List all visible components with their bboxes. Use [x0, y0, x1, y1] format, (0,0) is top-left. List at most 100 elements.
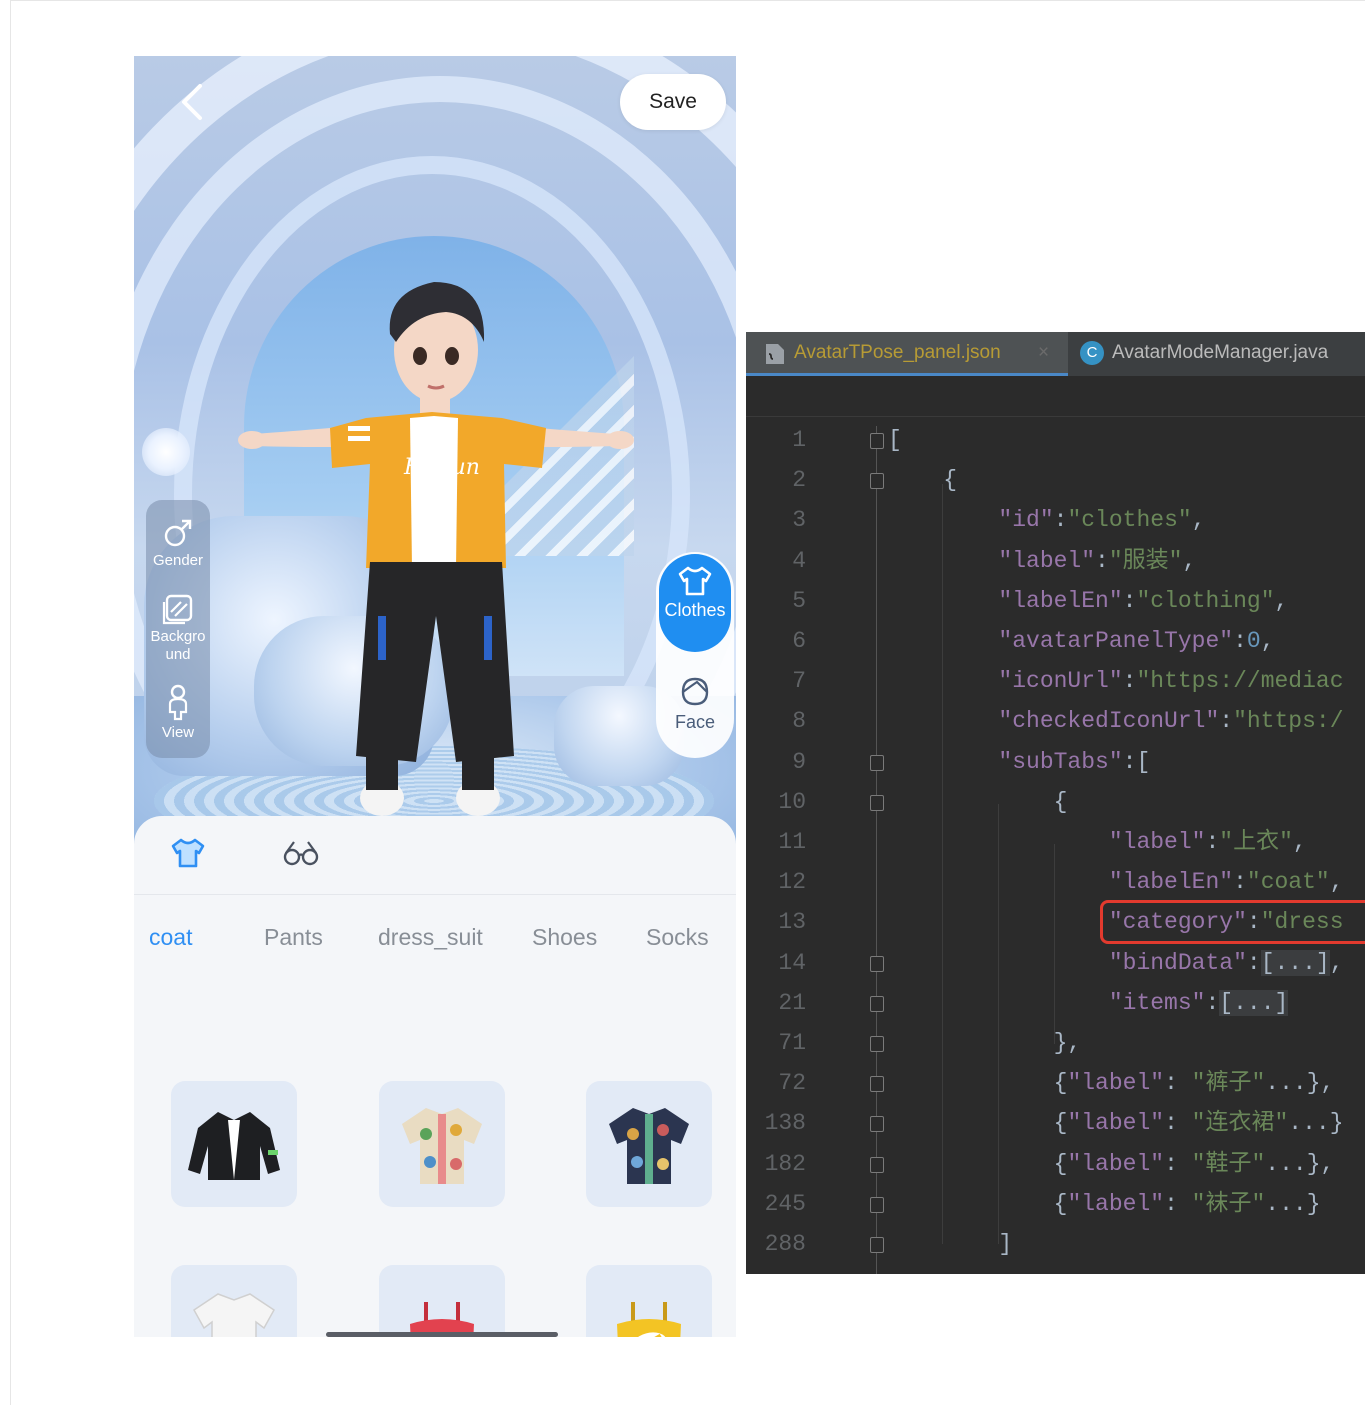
code-line[interactable]: 7 "iconUrl":"https://mediac — [746, 661, 1365, 701]
fold-marker-icon[interactable] — [870, 794, 884, 811]
sub-tab-bar: coat Pants dress_suit Shoes Socks — [134, 924, 736, 964]
fold-marker-icon[interactable] — [870, 1196, 884, 1213]
view-tool-label: View — [161, 724, 195, 741]
editor-tab-json[interactable]: AvatarTPose_panel.json × — [746, 332, 1068, 376]
item-tile[interactable] — [379, 1081, 505, 1207]
item-tile[interactable] — [379, 1265, 505, 1337]
avatar-figure[interactable]: HaFun — [134, 56, 736, 876]
code-text: { — [888, 467, 958, 494]
code-text: {"label": "裤子"...}, — [888, 1070, 1335, 1097]
code-text: "id":"clothes", — [998, 507, 1206, 534]
code-text: "labelEn":"clothing", — [998, 587, 1289, 614]
subtab-coat[interactable]: coat — [149, 924, 192, 951]
code-line[interactable]: 182 {"label": "鞋子"...}, — [746, 1144, 1365, 1184]
fold-marker-icon[interactable] — [870, 433, 884, 449]
code-line[interactable]: 14 "bindData":[...], — [746, 943, 1365, 983]
editor-tab-java[interactable]: C AvatarModeManager.java — [1080, 332, 1328, 376]
right-tab-panel: Clothes Face — [656, 552, 734, 758]
tab-face[interactable]: Face — [656, 664, 734, 733]
tab-clothes-label: Clothes — [664, 600, 726, 620]
item-tile[interactable] — [171, 1081, 297, 1207]
code-text: }, — [888, 1030, 1082, 1056]
code-text: "items":[...] — [1108, 989, 1289, 1016]
glasses-icon — [283, 841, 319, 866]
fold-marker-icon[interactable] — [870, 1036, 884, 1052]
line-number: 9 — [792, 748, 806, 775]
tab-face-label: Face — [674, 712, 716, 732]
line-number: 182 — [764, 1150, 806, 1177]
line-number: 138 — [764, 1110, 806, 1137]
line-number: 72 — [778, 1070, 806, 1097]
code-text: "subTabs":[ — [998, 748, 1151, 775]
face-icon — [681, 677, 709, 706]
gender-tool[interactable]: Gender — [146, 516, 210, 570]
code-text: "bindData":[...], — [1108, 949, 1344, 976]
tab-clothes[interactable]: Clothes — [659, 554, 731, 652]
background-tool-label: Backgro und — [150, 628, 206, 663]
code-line[interactable]: 71 }, — [746, 1023, 1365, 1063]
subtab-socks[interactable]: Socks — [646, 924, 709, 951]
black-jacket-icon — [188, 1112, 280, 1180]
fold-marker-icon[interactable] — [870, 473, 884, 490]
item-sheet: coat Pants dress_suit Shoes Socks — [134, 816, 736, 1337]
fold-marker-icon[interactable] — [870, 1076, 884, 1093]
close-icon[interactable]: × — [1038, 332, 1049, 374]
save-button[interactable]: Save — [620, 74, 726, 130]
fold-marker-icon[interactable] — [870, 1237, 884, 1253]
code-text: { — [888, 788, 1068, 815]
code-text: {"label": "袜子"...} — [888, 1190, 1321, 1217]
code-line[interactable]: 11 "label":"上衣", — [746, 822, 1365, 862]
fold-marker-icon[interactable] — [870, 1116, 884, 1133]
code-line[interactable]: 288 ] — [746, 1224, 1365, 1264]
view-tool[interactable]: View — [146, 684, 210, 742]
editor-tab-bar: AvatarTPose_panel.json × C AvatarModeMana… — [746, 332, 1365, 376]
floral-shirt-icon — [402, 1108, 482, 1184]
item-tile[interactable] — [171, 1265, 297, 1337]
tshirt-icon — [678, 566, 712, 596]
code-line[interactable]: 3 "id":"clothes", — [746, 500, 1365, 540]
category-clothes[interactable] — [170, 836, 206, 875]
code-line[interactable]: 8 "checkedIconUrl":"https:/ — [746, 701, 1365, 741]
code-text: {"label": "连衣裙"...} — [888, 1110, 1344, 1137]
left-tool-panel: Gender Backgro und View — [146, 500, 210, 758]
back-button[interactable] — [174, 82, 210, 122]
fold-marker-icon[interactable] — [870, 955, 884, 972]
code-line[interactable]: 72 {"label": "裤子"...}, — [746, 1063, 1365, 1103]
shirt-logo: HaFun — [403, 455, 480, 480]
code-line[interactable]: 12 "labelEn":"coat", — [746, 862, 1365, 902]
fold-marker-icon[interactable] — [870, 1156, 884, 1173]
category-accessories[interactable] — [282, 836, 320, 875]
json-file-icon — [766, 344, 784, 364]
code-line[interactable]: 10 { — [746, 782, 1365, 822]
fold-marker-icon[interactable] — [870, 754, 884, 771]
line-number: 1 — [792, 427, 806, 453]
line-number: 6 — [792, 628, 806, 654]
code-text: "label":"上衣", — [1108, 829, 1307, 855]
background-tool[interactable]: Backgro und — [146, 592, 210, 664]
red-heart-top-icon — [410, 1302, 474, 1337]
code-line[interactable]: 245 {"label": "袜子"...} — [746, 1184, 1365, 1224]
code-line[interactable]: 21 "items":[...] — [746, 983, 1365, 1023]
fold-marker-icon[interactable] — [870, 995, 884, 1012]
item-tile[interactable] — [586, 1081, 712, 1207]
code-line[interactable]: 138 {"label": "连衣裙"...} — [746, 1103, 1365, 1143]
code-line[interactable]: 4 "label":"服装", — [746, 541, 1365, 581]
line-number: 11 — [778, 829, 806, 855]
line-number: 3 — [792, 507, 806, 534]
gender-male-icon — [164, 519, 192, 547]
subtab-dress-suit[interactable]: dress_suit — [378, 924, 483, 951]
item-tile[interactable] — [586, 1265, 712, 1337]
code-text: ] — [888, 1231, 1013, 1257]
subtab-pants[interactable]: Pants — [264, 924, 323, 951]
line-number: 12 — [778, 869, 806, 896]
line-number: 13 — [778, 909, 806, 936]
code-line[interactable]: 9 "subTabs":[ — [746, 742, 1365, 782]
code-line[interactable]: 6 "avatarPanelType":0, — [746, 621, 1365, 661]
editor-tab-json-label: AvatarTPose_panel.json — [794, 342, 1001, 363]
code-line[interactable]: 2 { — [746, 460, 1365, 500]
code-line[interactable]: 1[ — [746, 420, 1365, 460]
code-line[interactable]: 5 "labelEn":"clothing", — [746, 581, 1365, 621]
gender-tool-label: Gender — [152, 552, 204, 569]
avatar-scene: HaFun Save Gender Backgro und View Cloth… — [134, 56, 736, 876]
subtab-shoes[interactable]: Shoes — [532, 924, 597, 951]
